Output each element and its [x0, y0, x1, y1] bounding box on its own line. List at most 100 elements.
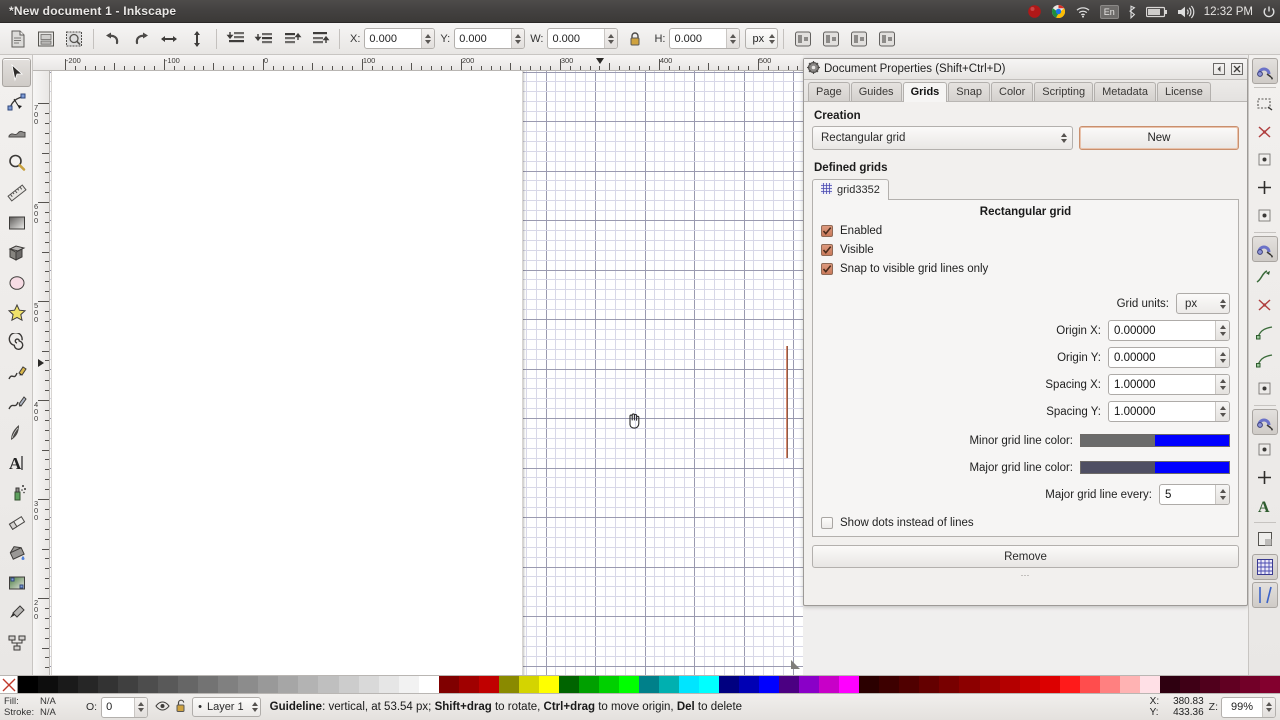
palette-swatch[interactable]	[939, 676, 960, 693]
palette-swatch[interactable]	[1039, 676, 1060, 693]
opacity-stepper[interactable]	[134, 697, 148, 717]
vertical-ruler[interactable]: 700600500400300200	[33, 71, 50, 675]
palette-swatch[interactable]	[618, 676, 639, 693]
snap-bbox-centers-button[interactable]	[1252, 203, 1278, 229]
wifi-icon[interactable]	[1075, 5, 1091, 18]
lock-aspect-ratio-icon[interactable]	[622, 26, 648, 52]
palette-swatch[interactable]	[859, 676, 880, 693]
palette-swatch[interactable]	[1179, 676, 1200, 693]
snap-visible-only-checkbox-row[interactable]: Snap to visible grid lines only	[821, 263, 1230, 275]
show-dots-checkbox[interactable]	[821, 517, 833, 529]
lower-button[interactable]	[251, 26, 277, 52]
spacing-x-field[interactable]	[1108, 374, 1230, 395]
grid-type-select[interactable]: Rectangular grid	[812, 126, 1073, 150]
palette-swatch[interactable]	[178, 676, 199, 693]
spacing-y-input[interactable]	[1109, 402, 1215, 421]
align-center-button[interactable]	[818, 26, 844, 52]
palette-swatch[interactable]	[719, 676, 740, 693]
palette-swatch[interactable]	[919, 676, 940, 693]
flip-vertical-button[interactable]	[184, 26, 210, 52]
palette-swatch[interactable]	[158, 676, 179, 693]
snap-text-baselines-button[interactable]: A	[1252, 493, 1278, 519]
palette-swatch[interactable]	[218, 676, 239, 693]
remove-grid-button[interactable]: Remove	[812, 545, 1239, 568]
major-every-field[interactable]	[1159, 484, 1230, 505]
snap-line-midpoints-button[interactable]	[1252, 376, 1278, 402]
tab-grids[interactable]: Grids	[902, 82, 948, 102]
units-select[interactable]: px	[745, 28, 779, 49]
x-input[interactable]	[365, 29, 422, 48]
origin-y-input[interactable]	[1109, 348, 1215, 367]
canvas-corner-icon[interactable]	[789, 658, 803, 675]
visible-checkbox-row[interactable]: Visible	[821, 244, 1230, 256]
palette-swatch[interactable]	[458, 676, 479, 693]
measure-tool[interactable]	[2, 178, 31, 207]
fill-stroke-indicator[interactable]: Fill: N/A Stroke: N/A	[4, 696, 82, 718]
unlock-icon[interactable]	[175, 699, 187, 716]
opacity-field[interactable]	[101, 696, 149, 718]
palette-swatch[interactable]	[1259, 676, 1280, 693]
origin-x-input[interactable]	[1109, 321, 1215, 340]
snap-cusp-nodes-button[interactable]	[1252, 320, 1278, 346]
y-stepper[interactable]	[511, 29, 525, 48]
collapse-icon[interactable]	[1212, 62, 1226, 76]
palette-swatch[interactable]	[899, 676, 920, 693]
w-field[interactable]	[547, 28, 619, 49]
dropper-tool[interactable]	[2, 598, 31, 627]
palette-swatch[interactable]	[378, 676, 399, 693]
grid-units-select[interactable]: px	[1176, 293, 1230, 314]
palette-swatch[interactable]	[338, 676, 359, 693]
palette-swatch[interactable]	[1219, 676, 1240, 693]
palette-swatch[interactable]	[98, 676, 119, 693]
zoom-field[interactable]	[1221, 696, 1276, 718]
clock[interactable]: 12:32 PM	[1204, 6, 1253, 18]
record-icon[interactable]	[1027, 4, 1042, 19]
ellipse-tool[interactable]	[2, 268, 31, 297]
input-method-icon[interactable]: En	[1099, 4, 1119, 19]
zoom-input[interactable]	[1222, 697, 1262, 717]
palette-swatch[interactable]	[1239, 676, 1260, 693]
snap-rotation-centers-button[interactable]	[1252, 465, 1278, 491]
snap-nodes-paths-button[interactable]	[1251, 236, 1278, 262]
vertical-guideline[interactable]	[786, 346, 788, 458]
spiral-tool[interactable]	[2, 328, 31, 357]
palette-swatch[interactable]	[699, 676, 720, 693]
spacing-x-input[interactable]	[1109, 375, 1215, 394]
snap-object-centers-button[interactable]	[1252, 437, 1278, 463]
spacing-y-field[interactable]	[1108, 401, 1230, 422]
h-input[interactable]	[670, 29, 727, 48]
lower-to-bottom-button[interactable]	[223, 26, 249, 52]
snap-page-border-button[interactable]	[1252, 526, 1278, 552]
palette-swatch[interactable]	[478, 676, 499, 693]
palette-swatch[interactable]	[398, 676, 419, 693]
chrome-icon[interactable]	[1051, 4, 1066, 19]
tab-scripting[interactable]: Scripting	[1034, 82, 1094, 101]
snap-bounding-boxes-button[interactable]	[1252, 91, 1278, 117]
tweak-tool[interactable]	[2, 118, 31, 147]
tab-metadata[interactable]: Metadata	[1094, 82, 1156, 101]
palette-swatch[interactable]	[58, 676, 79, 693]
eraser-tool[interactable]	[2, 508, 31, 537]
palette-swatch[interactable]	[538, 676, 559, 693]
gradient-tool[interactable]	[2, 568, 31, 597]
dialog-resize-grip[interactable]: ⋯	[812, 570, 1239, 581]
tab-page[interactable]: Page	[808, 82, 850, 101]
palette-swatch[interactable]	[819, 676, 840, 693]
palette-swatch[interactable]	[959, 676, 980, 693]
minor-grid-color-swatch[interactable]	[1080, 434, 1230, 447]
palette-swatch[interactable]	[318, 676, 339, 693]
palette-swatch[interactable]	[278, 676, 299, 693]
open-document-button[interactable]	[33, 26, 59, 52]
flip-horizontal-button[interactable]	[156, 26, 182, 52]
palette-swatch[interactable]	[598, 676, 619, 693]
palette-swatch[interactable]	[1099, 676, 1120, 693]
palette-swatch[interactable]	[258, 676, 279, 693]
palette-swatch[interactable]	[779, 676, 800, 693]
palette-swatch[interactable]	[38, 676, 59, 693]
snap-visible-only-checkbox[interactable]	[821, 263, 833, 275]
new-document-button[interactable]	[5, 26, 31, 52]
palette-swatch[interactable]	[558, 676, 579, 693]
align-left-button[interactable]	[790, 26, 816, 52]
palette-swatch[interactable]	[118, 676, 139, 693]
major-every-input[interactable]	[1160, 485, 1215, 504]
